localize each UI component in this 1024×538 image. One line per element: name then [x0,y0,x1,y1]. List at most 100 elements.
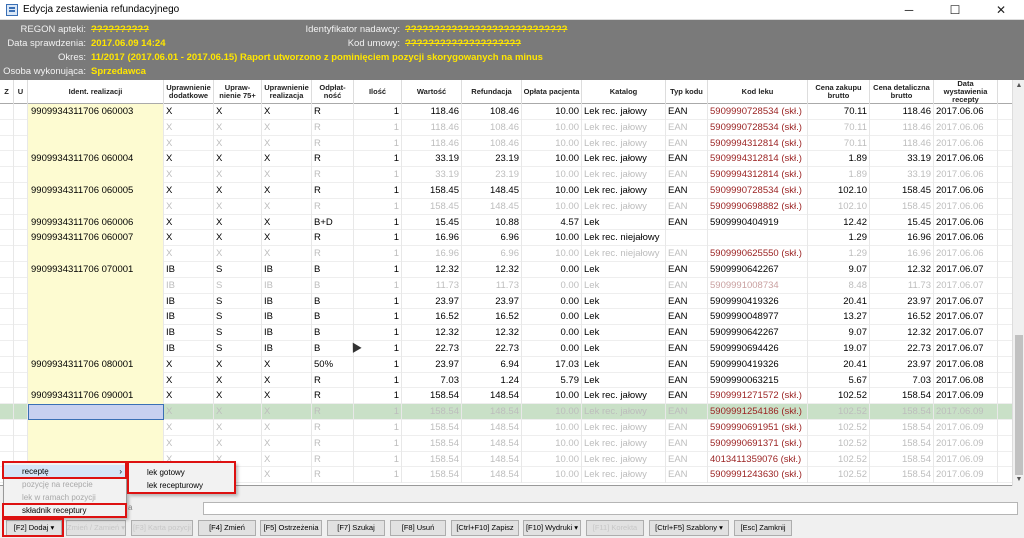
menu-item-recepte-label: receptę [22,467,49,476]
cell-ur: IB [262,325,312,341]
templates-button[interactable]: [Ctrl+F5] Szablony ▾ [649,520,729,536]
column-header[interactable]: Upraw-nienie 75+ [214,80,262,104]
cell-u75: X [214,151,262,168]
table-row[interactable]: 9909934311706 080001 X X X 50% 1 23.97 6.94 17.0… [0,356,1012,373]
cell-cd: 158.54 [870,435,934,452]
menu-item-lek-gotowy[interactable]: lek gotowy [129,466,235,479]
cell-cd: 158.54 [870,451,934,468]
warnings-button[interactable]: [F5] Ostrzeżenia [260,520,322,536]
cell-flag [14,182,28,199]
table-row[interactable]: XXXR1158.54148.5410.00Lek rec. jałowyEAN… [0,435,1012,452]
close-button[interactable]: ✕ [978,0,1024,20]
table-row[interactable]: 9909934311706 060006 X X X B+D 1 15.45 10.88 4.5… [0,214,1012,231]
table-row[interactable]: X X X R 1 33.19 23.19 10.00 Lek rec. jałowy EAN 59… [0,167,1012,183]
maximize-button[interactable]: ☐ [932,0,978,20]
cell-flag [0,151,14,168]
column-header[interactable]: Z [0,80,14,104]
minimize-button[interactable]: ─ [886,0,932,20]
table-row[interactable]: IB S IB B 1 12.32 12.32 0.00 Lek EAN 5909990642267… [0,325,1012,341]
search-button[interactable]: [F7] Szukaj [327,520,385,536]
column-header[interactable]: Ident. realizacji [28,80,164,104]
table-row[interactable]: 9909934311706 090001 X X X R 1 158.54 148.54 10.… [0,388,1012,405]
table-row[interactable]: XXXR1158.54148.5410.00Lek rec. jałowyEAN… [0,404,1012,420]
cell-u75: X [214,104,262,120]
cell-cd: 23.97 [870,293,934,310]
cell-dt: 2017.06.09 [934,419,998,436]
edit-button[interactable]: [F4] Zmień [198,520,256,536]
column-header[interactable]: Ilość [354,80,402,104]
replace-button[interactable]: Zmień / Zamień ▾ [66,520,126,536]
menu-item-lek-recepturowy[interactable]: lek recepturowy [129,479,235,492]
table-row[interactable]: X X X R 1 7.03 1.24 5.79 Lek EAN 5909990063215 5.67… [0,372,1012,389]
close-window-button[interactable]: [Esc] Zamknij [734,520,792,536]
cell-ud: X [164,198,214,215]
table-row[interactable]: 9909934311706 060005 X X X R 1 158.45 148.45 10.… [0,182,1012,199]
cell-flag [14,214,28,231]
correction-button[interactable]: [F11] Korekta [586,520,644,536]
delete-button[interactable]: [F8] Usuń [390,520,446,536]
table-row[interactable]: 9909934311706 060003 X X X R 1 118.46 108.46 10.… [0,104,1012,120]
scroll-down-icon[interactable]: ▼ [1013,474,1024,486]
column-header[interactable]: Uprawnienie realizacja [262,80,312,104]
column-header[interactable]: Wartość [402,80,462,104]
column-header[interactable]: Katalog [582,80,666,104]
table-row[interactable]: IB S IB B 1 11.73 11.73 0.00 Lek EAN 5909991008734… [0,277,1012,294]
table-row[interactable]: X X X R 1 158.45 148.45 10.00 Lek rec. jałowy EAN… [0,198,1012,215]
column-header[interactable]: Opłata pacjenta [522,80,582,104]
cell-ur: IB [262,309,312,326]
cell-dt: 2017.06.09 [934,435,998,452]
table-row[interactable]: X X X R 1 16.96 6.96 10.00 Lek rec. niejałowy EAN… [0,246,1012,262]
cell-od: R [312,246,354,262]
table-row[interactable]: IB S IB B 1 16.52 16.52 0.00 Lek EAN 5909990048977… [0,309,1012,326]
cell-ka: Lek [582,214,666,231]
column-header[interactable]: Data wystawienia recepty [934,80,998,104]
cell-flag [0,419,14,436]
cell-od: R [312,151,354,168]
column-header[interactable]: Cena detaliczna brutto [870,80,934,104]
column-header[interactable]: Cena zakupu brutto [808,80,870,104]
cell-cd: 158.54 [870,404,934,420]
table-row[interactable]: 9909934311706 060004 X X X R 1 33.19 23.19 10.00… [0,151,1012,168]
scroll-up-icon[interactable]: ▲ [1013,80,1024,92]
cell-ty: EAN [666,135,708,152]
scroll-thumb[interactable] [1015,335,1023,475]
prints-button[interactable]: [F10] Wydruki ▾ [523,520,581,536]
add-button[interactable]: [F2] Dodaj ▾ [6,520,62,536]
table-row[interactable]: XXXR1158.54148.5410.00Lek rec. jałowyEAN… [0,419,1012,436]
cell-id [28,119,164,136]
save-button[interactable]: [Ctrl+F10] Zapisz [451,520,519,536]
vertical-scrollbar[interactable]: ▲ ▼ [1012,80,1024,486]
column-header[interactable]: Odpłat-ność [312,80,354,104]
table-row[interactable]: 9909934311706 060007 X X X R 1 16.96 6.96 10.00 L… [0,230,1012,247]
cell-wa: 15.45 [402,214,462,231]
cell-ka: Lek rec. jałowy [582,104,666,120]
filter-input[interactable] [203,502,1018,515]
cell-op: 10.00 [522,467,582,484]
table-row[interactable]: X X X R 1 118.46 108.46 10.00 Lek rec. jałowy EAN… [0,119,1012,136]
cell-ty: EAN [666,246,708,262]
menu-item-skladnik[interactable]: składnik receptury [4,504,126,517]
table-row[interactable]: 9909934311706 070001 IB S IB B 1 12.32 12.32 0.0… [0,261,1012,278]
item-card-button[interactable]: [F3] Karta pozycji [131,520,193,536]
cell-ur: X [262,167,312,183]
table-row[interactable]: X X X R 1 118.46 108.46 10.00 Lek rec. jałowy EAN… [0,135,1012,152]
cell-kod: 5909990728534 (skł.) [708,104,808,120]
table-row[interactable]: IB S IB B 1 22.73 22.73 0.00 Lek EAN 5909990694426… [0,340,1012,357]
column-header[interactable]: Kod leku [708,80,808,104]
refund-grid[interactable]: Z U Ident. realizacji Uprawnienie dodatkowe… [0,80,1012,486]
cell-cz: 1.89 [808,167,870,183]
column-header[interactable]: U [14,80,28,104]
table-row[interactable]: IB S IB B 1 23.97 23.97 0.00 Lek EAN 5909990419326… [0,293,1012,310]
cell-u75: S [214,325,262,341]
menu-item-lek-w-ramach[interactable]: lek w ramach pozycji [4,491,126,504]
cell-il: 1 [354,404,402,420]
column-header[interactable]: Refundacja [462,80,522,104]
menu-item-pozycja[interactable]: pozycję na recepcie [4,478,126,491]
cell-re: 1.24 [462,372,522,389]
column-header[interactable]: Typ kodu [666,80,708,104]
menu-item-recepte[interactable]: receptę › [4,465,126,478]
column-header[interactable]: Uprawnienie dodatkowe [164,80,214,104]
cell-dt: 2017.06.07 [934,261,998,278]
cell-ka: Lek [582,309,666,326]
cell-op: 10.00 [522,246,582,262]
